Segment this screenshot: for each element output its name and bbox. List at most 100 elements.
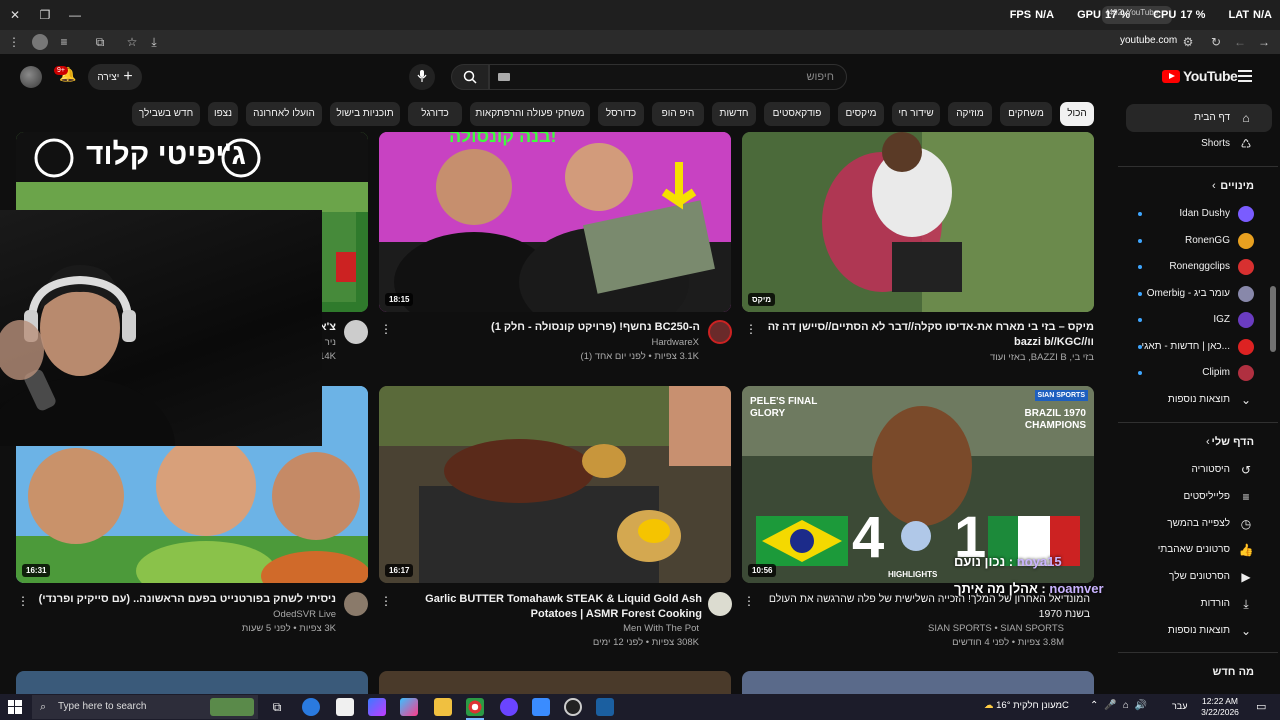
back-icon[interactable]: →	[1256, 34, 1272, 50]
video-channel[interactable]: SIAN SPORTS • SIAN SPORTS	[928, 623, 1064, 634]
page-scrollbar[interactable]	[1270, 286, 1276, 352]
video-channel[interactable]: בזי בי, BAZZI B, באזי ועוד	[990, 352, 1094, 363]
video-thumbnail[interactable]: בנה קונסולה! 18:15	[379, 132, 731, 312]
language-indicator[interactable]: עבר	[1172, 701, 1187, 711]
search-button[interactable]	[451, 64, 489, 90]
sidebar-subscription-item[interactable]: Ronenggclips	[1169, 261, 1230, 272]
video-thumbnail[interactable]: מיקס	[742, 132, 1094, 312]
obs-icon[interactable]	[564, 698, 582, 716]
video-title[interactable]: ה-BC250 נחשף! (פרויקט קונסולה - חלק 1)	[400, 320, 700, 335]
sidebar-subscription-item[interactable]: Clipim	[1202, 367, 1230, 378]
forward-icon[interactable]: ←	[1232, 34, 1248, 50]
sidebar-you-item[interactable]: תוצאות נוספות	[1168, 625, 1230, 636]
sidebar-subscription-item[interactable]: IGZ	[1213, 314, 1230, 325]
you-heading[interactable]: הדף שלי	[1212, 436, 1254, 448]
video-title[interactable]: המונדיאל האחרון של המלך! הזכייה השלישית …	[756, 592, 1090, 622]
app-icon[interactable]	[532, 698, 550, 716]
youtube-logo[interactable]: YouTube	[1162, 68, 1238, 84]
filter-chip[interactable]: משחקים	[1000, 102, 1052, 126]
site-settings-icon[interactable]: ⚙	[1180, 34, 1196, 50]
weather-widget[interactable]: ☁ מעונן חלקית 16°C	[984, 700, 1069, 711]
search-placeholder: חיפוש	[806, 71, 834, 83]
video-channel[interactable]: Men With The Pot	[623, 623, 699, 634]
channel-avatar[interactable]	[344, 320, 368, 344]
search-input[interactable]: חיפוש	[489, 64, 847, 90]
voice-search-button[interactable]	[409, 64, 435, 90]
taskbar-search-input[interactable]: ⌕ Type here to search	[32, 695, 258, 719]
filter-chip[interactable]: הכול	[1060, 102, 1094, 126]
filter-chip[interactable]: הועלו לאחרונה	[246, 102, 322, 126]
filter-chip[interactable]: נצפו	[208, 102, 238, 126]
filter-chip[interactable]: פודקאסטים	[764, 102, 830, 126]
minimize-window-icon[interactable]: —	[60, 0, 90, 30]
more-options-icon[interactable]: ⋮	[17, 594, 29, 608]
more-options-icon[interactable]: ⋮	[380, 322, 392, 336]
video-title[interactable]: מיקס – בזי בי מארח את-אדיסו סקלה//דבר לא…	[760, 320, 1094, 350]
extensions-icon[interactable]: ⧉	[92, 34, 108, 50]
sidebar-subscription-item[interactable]: RonenGG	[1185, 235, 1230, 246]
store-icon[interactable]	[336, 698, 354, 716]
create-button[interactable]: יצירה +	[88, 64, 142, 90]
close-window-icon[interactable]: ✕	[0, 0, 30, 30]
sidebar-subscription-item[interactable]: Idan Dushy	[1179, 208, 1230, 219]
reading-list-icon[interactable]: ≡	[56, 34, 72, 50]
filter-chip[interactable]: היפ הופ	[652, 102, 704, 126]
menu-icon[interactable]	[1238, 70, 1252, 85]
video-title[interactable]: ניסיתי לשחק בפורטנייט בפעם הראשונה.. (עם…	[30, 592, 336, 607]
sidebar-you-item[interactable]: לצפייה בהמשך	[1167, 518, 1230, 529]
reload-icon[interactable]: ↻	[1208, 34, 1224, 50]
bookmark-star-icon[interactable]: ☆	[124, 34, 140, 50]
sidebar-you-item[interactable]: הורדות	[1201, 598, 1230, 609]
copilot-icon[interactable]	[368, 698, 386, 716]
more-options-icon[interactable]: ⋮	[745, 322, 757, 336]
sidebar-home-label[interactable]: דף הבית	[1194, 112, 1230, 123]
sidebar-you-item[interactable]: סרטונים שאהבתי	[1158, 544, 1230, 555]
task-view-icon[interactable]: ⧉	[268, 698, 286, 716]
video-title[interactable]: Garlic BUTTER Tomahawk STEAK & Liquid Go…	[392, 592, 702, 622]
file-explorer-icon[interactable]	[434, 698, 452, 716]
filter-chip[interactable]: כדורגל	[408, 102, 462, 126]
keyboard-icon[interactable]	[498, 73, 510, 81]
video-channel[interactable]: HardwareX	[651, 337, 699, 348]
chrome-icon[interactable]	[466, 698, 484, 716]
windows-start-icon[interactable]	[8, 700, 22, 714]
subscriptions-heading[interactable]: מינויים	[1220, 180, 1254, 192]
channel-avatar[interactable]	[708, 592, 732, 616]
filter-chip[interactable]: מיקסים	[838, 102, 884, 126]
channel-avatar[interactable]	[344, 592, 368, 616]
sidebar-shorts-label[interactable]: Shorts	[1201, 138, 1230, 149]
edge-icon[interactable]	[302, 698, 320, 716]
filter-chip[interactable]: חדש בשבילך	[132, 102, 200, 126]
filter-chip[interactable]: כדורסל	[598, 102, 644, 126]
sidebar-you-item[interactable]: היסטוריה	[1192, 464, 1231, 475]
video-channel[interactable]: OdedSVR Live	[273, 609, 336, 620]
profile-icon[interactable]	[32, 34, 48, 50]
filter-chip[interactable]: חדשות	[712, 102, 756, 126]
more-options-icon[interactable]: ⋮	[380, 594, 392, 608]
sidebar-subscription-item[interactable]: כאן | חדשות - תאגי...	[1142, 341, 1230, 352]
install-app-icon[interactable]: ⤓	[146, 34, 162, 50]
notification-center-icon[interactable]: ▭	[1256, 700, 1266, 713]
filter-chip[interactable]: תוכניות בישול	[330, 102, 400, 126]
more-options-icon[interactable]: ⋮	[743, 594, 755, 608]
account-avatar[interactable]	[20, 66, 42, 88]
menu-dots-icon[interactable]: ⋮	[6, 34, 22, 50]
address-bar[interactable]: youtube.com	[1120, 35, 1177, 46]
channel-avatar[interactable]	[708, 320, 732, 344]
filter-chip[interactable]: מוזיקה	[948, 102, 992, 126]
system-tray-icons[interactable]: ⌃🎤⌂🔊	[1090, 700, 1153, 711]
sidebar-show-more[interactable]: תוצאות נוספות	[1168, 394, 1230, 405]
steam-icon[interactable]	[596, 698, 614, 716]
sidebar-subscription-item[interactable]: Omerbig - עומר ביג	[1147, 288, 1230, 299]
filter-chip[interactable]: שידור חי	[892, 102, 940, 126]
sidebar-you-item[interactable]: פלייליסטים	[1183, 491, 1230, 502]
thumbnail-text: ג'יפיטי קלוד	[86, 138, 246, 171]
sidebar-you-item[interactable]: הסרטונים שלך	[1169, 571, 1230, 582]
restore-window-icon[interactable]: ❐	[30, 0, 60, 30]
discord-icon[interactable]	[500, 698, 518, 716]
taskbar-clock[interactable]: 12:22 AM 3/22/2026	[1196, 696, 1244, 718]
filter-chip[interactable]: משחקי פעולה והרפתקאות	[470, 102, 590, 126]
youtube-play-icon	[1162, 69, 1180, 83]
microsoft365-icon[interactable]	[400, 698, 418, 716]
video-thumbnail[interactable]: 16:17	[379, 386, 731, 583]
